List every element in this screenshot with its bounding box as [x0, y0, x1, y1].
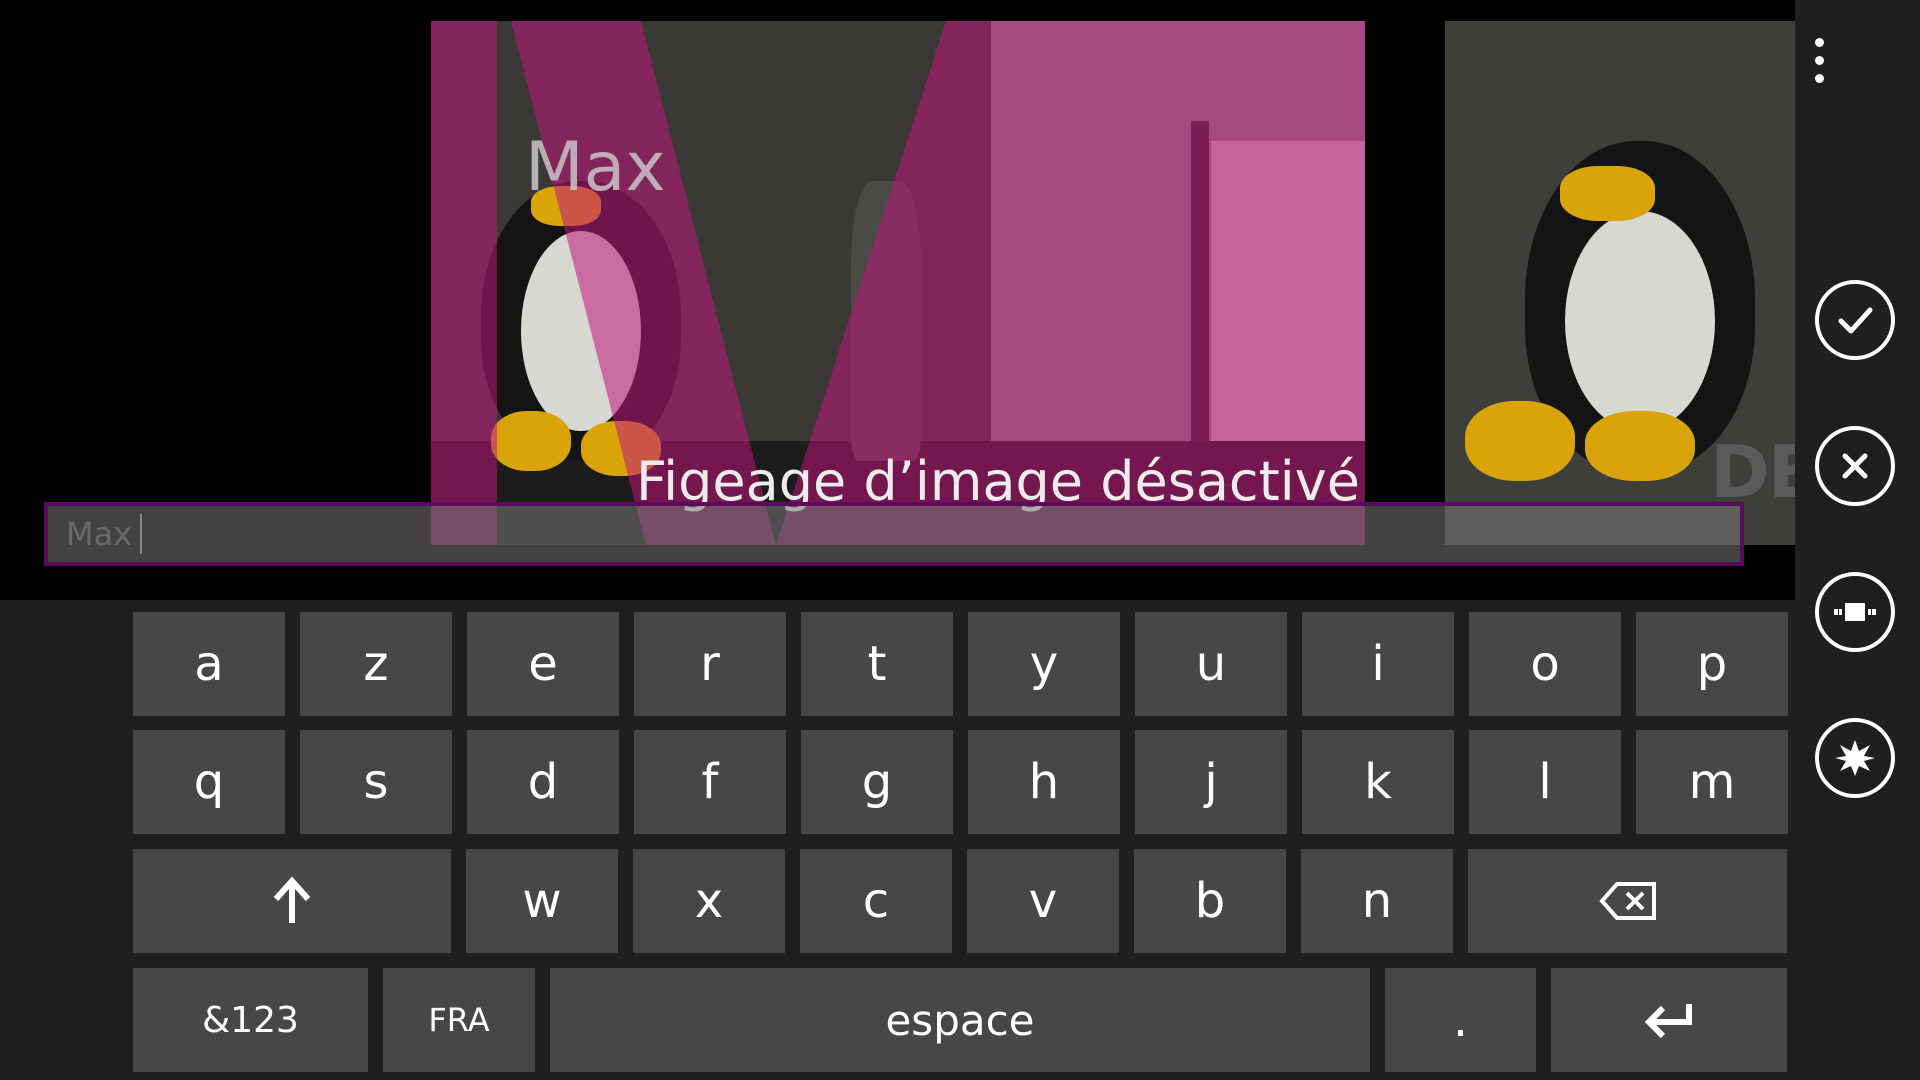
key-z[interactable]: z — [300, 612, 452, 716]
name-input-value: Max — [66, 515, 133, 553]
checkmark-icon — [1838, 307, 1873, 334]
camera-preview: Max DEI Figeage d’image désactivé Max — [0, 0, 1795, 600]
backspace-icon — [1598, 882, 1656, 920]
close-icon — [1842, 453, 1868, 479]
key-y[interactable]: y — [968, 612, 1120, 716]
more-vertical-icon[interactable] — [1812, 38, 1826, 90]
backspace-key[interactable] — [1468, 849, 1787, 953]
key-n[interactable]: n — [1301, 849, 1453, 953]
key-x[interactable]: x — [633, 849, 785, 953]
key-a[interactable]: a — [133, 612, 285, 716]
key-q[interactable]: q — [133, 730, 285, 834]
cancel-button[interactable] — [1815, 426, 1895, 506]
key-s[interactable]: s — [300, 730, 452, 834]
space-key[interactable]: espace — [550, 968, 1370, 1072]
flash-button[interactable] — [1815, 718, 1895, 798]
symbols-key[interactable]: &123 — [133, 968, 368, 1072]
key-f[interactable]: f — [634, 730, 786, 834]
key-c[interactable]: c — [800, 849, 952, 953]
key-b[interactable]: b — [1134, 849, 1286, 953]
text-caret — [140, 514, 143, 554]
enter-icon — [1644, 1004, 1692, 1039]
key-t[interactable]: t — [801, 612, 953, 716]
accept-button[interactable] — [1815, 280, 1895, 360]
arrow-up-icon — [273, 876, 311, 923]
key-m[interactable]: m — [1636, 730, 1788, 834]
key-g[interactable]: g — [801, 730, 953, 834]
key-d[interactable]: d — [467, 730, 619, 834]
enter-key[interactable] — [1551, 968, 1787, 1072]
burst-icon — [1835, 740, 1875, 776]
focus-icon — [1834, 603, 1876, 621]
period-key[interactable]: . — [1385, 968, 1536, 1072]
key-i[interactable]: i — [1302, 612, 1454, 716]
on-screen-keyboard: &123 FRA espace . azertyuiop qsdfghjklm wx… — [0, 600, 1795, 1080]
command-bar — [1795, 0, 1920, 1080]
key-r[interactable]: r — [634, 612, 786, 716]
name-input-field[interactable]: Max — [44, 502, 1744, 566]
language-key[interactable]: FRA — [383, 968, 535, 1072]
key-v[interactable]: v — [967, 849, 1119, 953]
key-p[interactable]: p — [1636, 612, 1788, 716]
key-l[interactable]: l — [1469, 730, 1621, 834]
key-w[interactable]: w — [466, 849, 618, 953]
key-k[interactable]: k — [1302, 730, 1454, 834]
focus-button[interactable] — [1815, 572, 1895, 652]
key-o[interactable]: o — [1469, 612, 1621, 716]
shift-key[interactable] — [133, 849, 451, 953]
key-h[interactable]: h — [968, 730, 1120, 834]
key-u[interactable]: u — [1135, 612, 1287, 716]
key-j[interactable]: j — [1135, 730, 1287, 834]
name-watermark: Max — [525, 128, 666, 207]
key-e[interactable]: e — [467, 612, 619, 716]
